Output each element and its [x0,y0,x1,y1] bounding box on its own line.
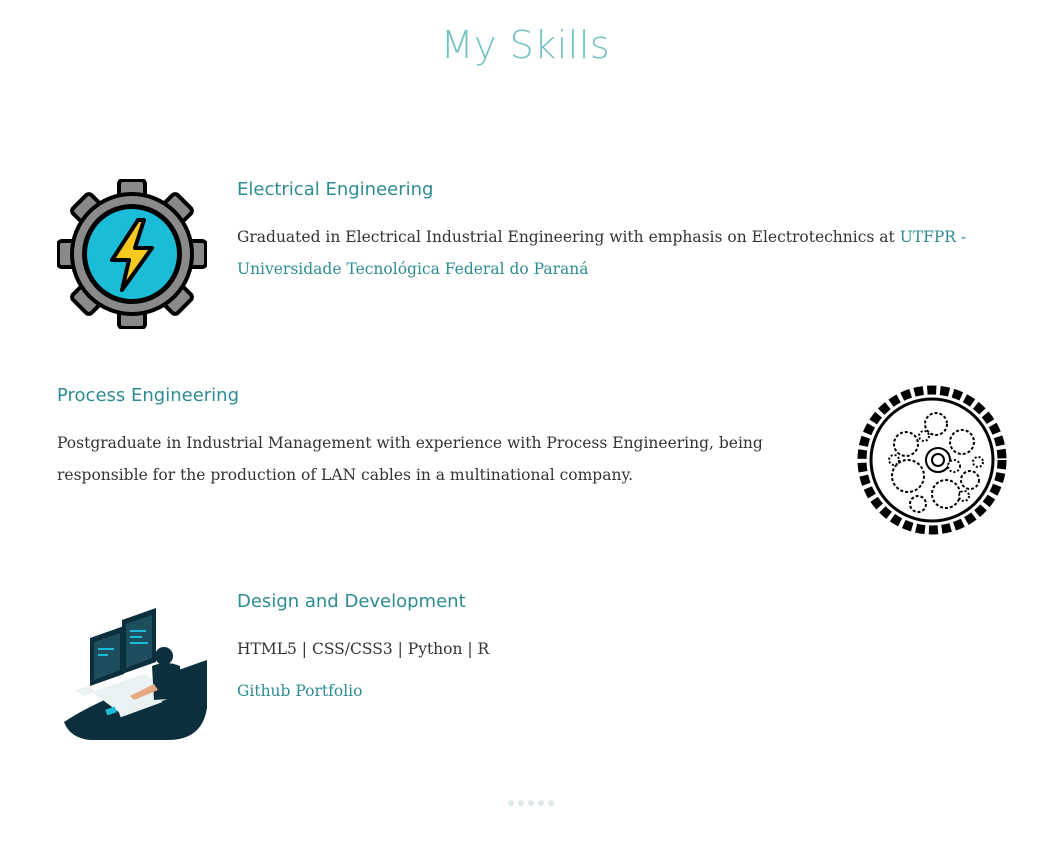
skill-heading-electrical: Electrical Engineering [237,179,434,200]
skill-heading-process: Process Engineering [57,385,240,406]
skill-text-design: HTML5 | CSS/CSS3 | Python | R [237,640,490,658]
github-portfolio-link[interactable]: Github Portfolio [237,675,362,707]
skill-text-electrical: Graduated in Electrical Industrial Engin… [237,221,977,285]
skill-text-electrical-body: Graduated in Electrical Industrial Engin… [237,228,900,246]
developer-workstation-icon [62,604,208,742]
carousel-dot[interactable] [548,800,554,806]
lightning-gear-icon [57,179,207,329]
skill-heading-design: Design and Development [237,591,466,612]
carousel-dot[interactable] [518,800,524,806]
carousel-dot[interactable] [528,800,534,806]
page-title: My Skills [440,23,611,67]
carousel-dot[interactable] [508,800,514,806]
skill-text-process: Postgraduate in Industrial Management wi… [57,434,763,484]
carousel-dot[interactable] [538,800,544,806]
gears-circle-icon [856,384,1008,536]
carousel-dots [508,800,554,806]
